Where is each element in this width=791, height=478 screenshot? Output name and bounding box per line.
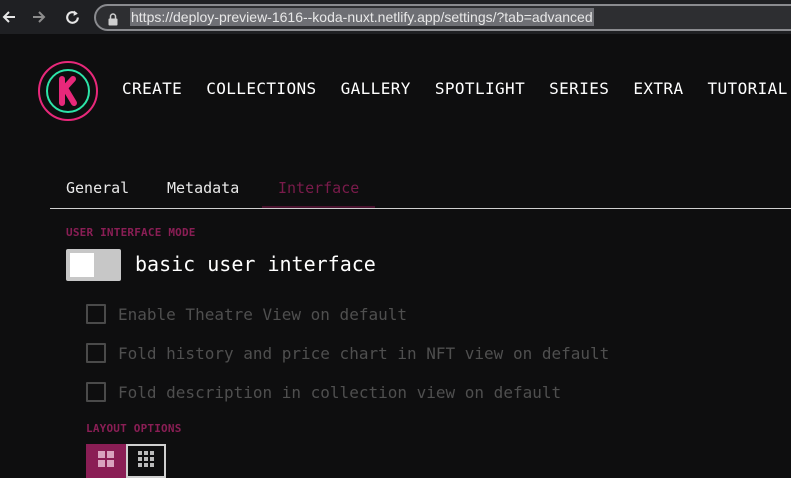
lock-icon [108, 11, 118, 30]
tab-metadata[interactable]: Metadata [151, 172, 255, 208]
nav-item-gallery[interactable]: GALLERY [341, 78, 411, 100]
option-label: Fold description in collection view on d… [118, 382, 562, 402]
checkbox[interactable] [86, 343, 106, 363]
nav-item-collections[interactable]: COLLECTIONS [206, 78, 316, 100]
grid-2x2-icon [98, 451, 114, 471]
reload-icon[interactable] [63, 7, 81, 27]
option-fold-history[interactable]: Fold history and price chart in NFT view… [86, 342, 609, 364]
tab-interface[interactable]: Interface [262, 172, 376, 208]
option-label: Enable Theatre View on default [118, 304, 407, 324]
nav-item-spotlight[interactable]: SPOTLIGHT [435, 78, 525, 100]
toggle-label: basic user interface [135, 252, 376, 276]
layout-options-label: LAYOUT OPTIONS [86, 422, 182, 435]
checkbox[interactable] [86, 382, 106, 402]
checkbox[interactable] [86, 304, 106, 324]
nav-item-create[interactable]: CREATE [122, 78, 182, 100]
ui-mode-label: USER INTERFACE MODE [66, 226, 196, 239]
browser-toolbar: https://deploy-preview-1616--koda-nuxt.n… [0, 0, 791, 34]
tab-general[interactable]: General [50, 172, 145, 208]
main-nav: CREATE COLLECTIONS GALLERY SPOTLIGHT SER… [122, 78, 791, 100]
forward-arrow-icon[interactable] [30, 7, 48, 27]
layout-grid-2x2-button[interactable] [86, 444, 126, 478]
toggle-knob [70, 253, 94, 277]
option-label: Fold history and price chart in NFT view… [118, 343, 610, 363]
option-theatre-view[interactable]: Enable Theatre View on default [86, 303, 407, 325]
nav-item-series[interactable]: SERIES [549, 78, 609, 100]
basic-ui-toggle[interactable] [66, 249, 121, 281]
layout-grid-3x3-button[interactable] [126, 444, 166, 478]
option-fold-description[interactable]: Fold description in collection view on d… [86, 381, 561, 403]
nav-item-extra[interactable]: EXTRA [633, 78, 683, 100]
address-bar[interactable]: https://deploy-preview-1616--koda-nuxt.n… [94, 4, 791, 31]
url-text[interactable]: https://deploy-preview-1616--koda-nuxt.n… [130, 8, 594, 26]
koda-logo[interactable] [38, 61, 98, 121]
nav-item-tutorial[interactable]: TUTORIAL [707, 78, 787, 100]
back-arrow-icon[interactable] [0, 7, 18, 27]
settings-tabs: General Metadata Interface [50, 172, 791, 209]
grid-3x3-icon [138, 451, 154, 471]
